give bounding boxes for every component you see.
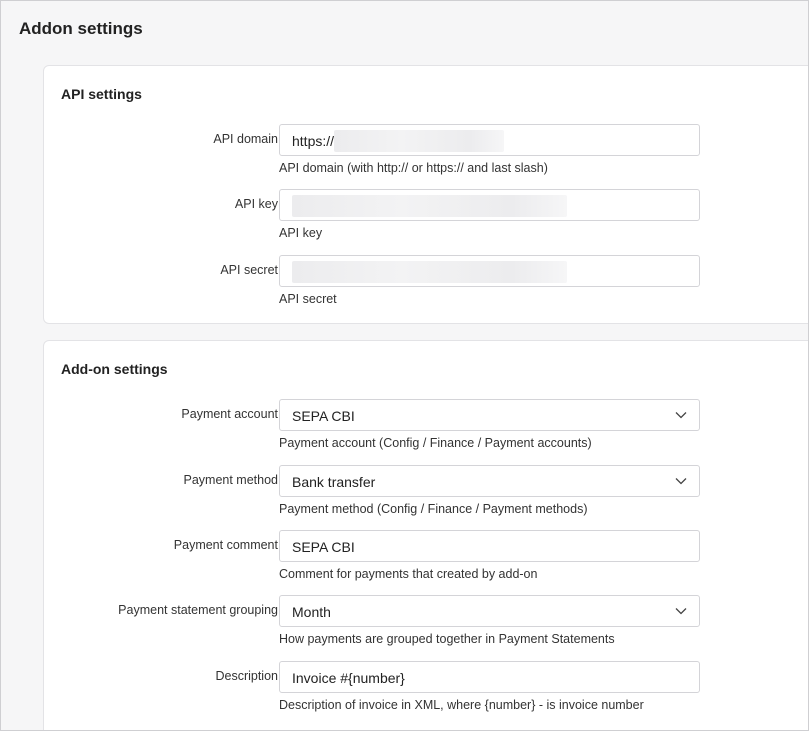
payment-comment-label: Payment comment [173, 538, 278, 552]
payment-method-label: Payment method [183, 473, 279, 487]
page-title: Addon settings [19, 19, 143, 38]
payment-comment-input[interactable]: SEPA CBI [279, 530, 700, 562]
api-key-row: API key API key [44, 189, 808, 249]
api-secret-help: API secret [279, 292, 337, 306]
payment-account-label: Payment account [181, 407, 278, 421]
description-help: Description of invoice in XML, where {nu… [279, 698, 644, 712]
payment-comment-help: Comment for payments that created by add… [279, 567, 538, 581]
api-domain-value: https:// [292, 133, 335, 149]
chevron-down-icon [675, 412, 687, 419]
api-secret-label: API secret [220, 263, 278, 277]
api-secret-input[interactable] [279, 255, 700, 287]
redacted-area [292, 261, 567, 283]
api-secret-row: API secret API secret [44, 255, 808, 315]
api-key-label: API key [234, 197, 278, 211]
api-key-help: API key [279, 226, 323, 240]
api-settings-card: API settings API domain https:// API dom… [43, 65, 808, 324]
description-label: Description [215, 669, 278, 683]
api-settings-title: API settings [61, 86, 142, 102]
api-domain-label: API domain [213, 132, 278, 146]
payment-method-row: Payment method Bank transfer Payment met… [44, 465, 808, 525]
api-key-input[interactable] [279, 189, 700, 221]
payment-grouping-row: Payment statement grouping Month How pay… [44, 595, 808, 655]
payment-method-value: Bank transfer [292, 474, 376, 490]
description-row: Description Invoice #{number} Descriptio… [44, 661, 808, 721]
payment-method-help: Payment method (Config / Finance / Payme… [279, 502, 588, 516]
redacted-area [334, 130, 505, 152]
payment-comment-row: Payment comment SEPA CBI Comment for pay… [44, 530, 808, 590]
chevron-down-icon [675, 478, 687, 485]
payment-grouping-help: How payments are grouped together in Pay… [279, 632, 615, 646]
payment-comment-value: SEPA CBI [292, 539, 355, 555]
payment-method-select[interactable]: Bank transfer [279, 465, 700, 497]
chevron-down-icon [675, 608, 687, 615]
payment-account-help: Payment account (Config / Finance / Paym… [279, 436, 592, 450]
addon-settings-title: Add-on settings [61, 361, 168, 377]
payment-grouping-value: Month [292, 604, 331, 620]
addon-settings-page: Addon settings API settings API domain h… [0, 0, 809, 731]
addon-settings-card: Add-on settings Payment account SEPA CBI… [43, 340, 808, 730]
payment-account-select[interactable]: SEPA CBI [279, 399, 700, 431]
payment-account-value: SEPA CBI [292, 408, 355, 424]
payment-grouping-label: Payment statement grouping [118, 603, 278, 617]
redacted-area [292, 195, 567, 217]
payment-grouping-select[interactable]: Month [279, 595, 700, 627]
description-value: Invoice #{number} [292, 670, 405, 686]
payment-account-row: Payment account SEPA CBI Payment account… [44, 399, 808, 459]
api-domain-input[interactable]: https:// [279, 124, 700, 156]
api-domain-help: API domain (with http:// or https:// and… [279, 161, 548, 175]
api-domain-row: API domain https:// API domain (with htt… [44, 124, 808, 184]
description-input[interactable]: Invoice #{number} [279, 661, 700, 693]
